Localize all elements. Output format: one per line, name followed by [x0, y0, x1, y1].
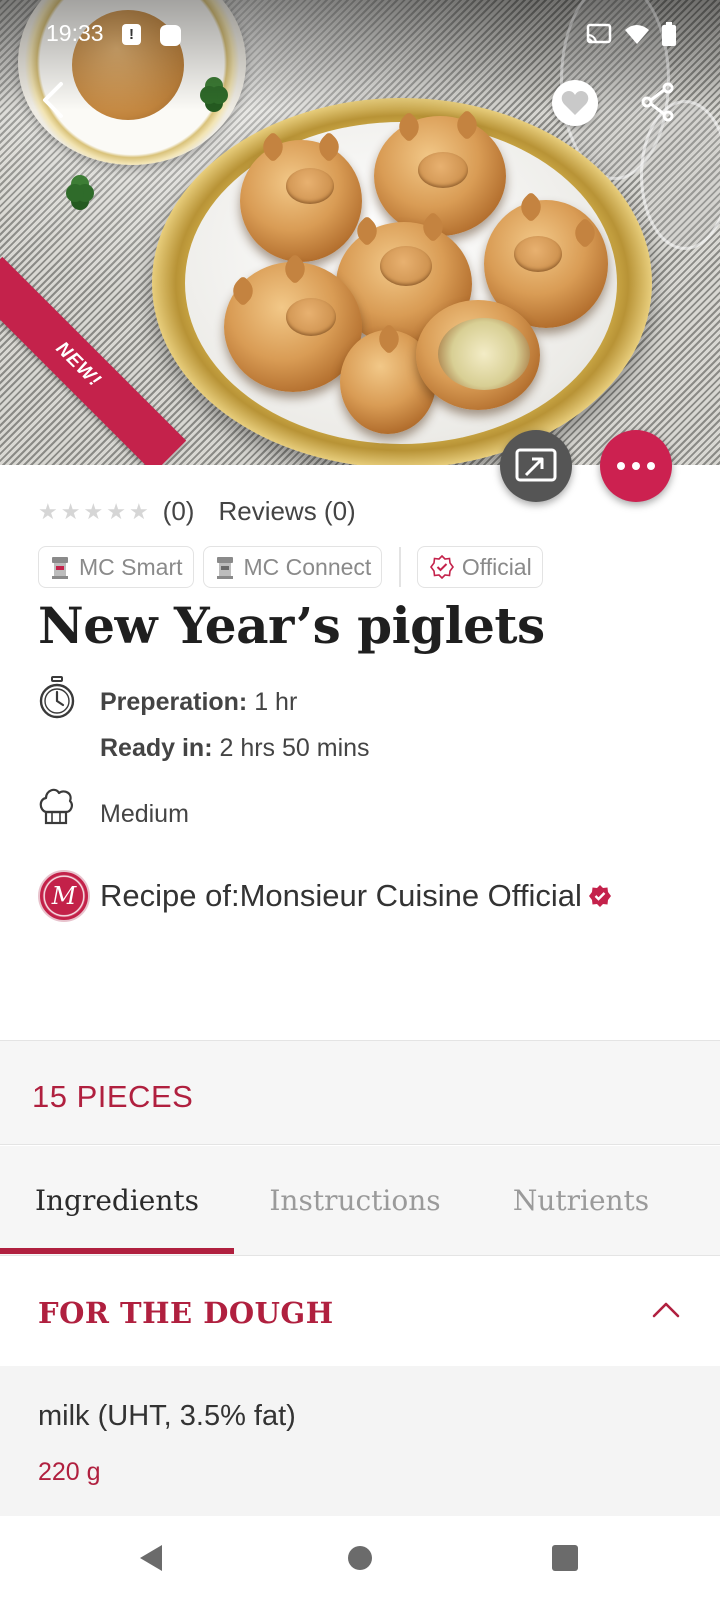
cast-icon — [515, 448, 557, 482]
servings-value: 15 PIECES — [32, 1079, 194, 1114]
ready-value: 2 hrs 50 mins — [212, 734, 370, 762]
verified-badge-icon — [588, 885, 611, 907]
hero-piglet-snout — [514, 236, 562, 272]
hero-bun-filling — [438, 318, 530, 390]
author-avatar: M — [38, 870, 90, 922]
recents-square-icon — [552, 1545, 578, 1571]
ready-text: Ready in: 2 hrs 50 mins — [100, 734, 370, 763]
recipe-title: New Year’s piglets — [38, 596, 545, 655]
difficulty-value: Medium — [100, 800, 189, 828]
chip-divider — [399, 547, 401, 587]
hero-clover-decoration — [66, 184, 84, 202]
mc-connect-device-icon — [216, 557, 233, 579]
status-icons — [586, 22, 676, 46]
share-button[interactable] — [634, 78, 682, 126]
section-title: FOR THE DOUGH — [38, 1296, 334, 1330]
active-tab-indicator — [0, 1248, 234, 1254]
star-rating: ★ ★ ★ ★ ★ — [38, 498, 149, 524]
ready-label: Ready in: — [100, 734, 213, 762]
chip-mc-smart: MC Smart — [38, 546, 194, 588]
tab-nutrients[interactable]: Nutrients — [476, 1146, 686, 1254]
chip-official: Official — [416, 546, 543, 588]
recipe-tabs: Ingredients Instructions Nutrients — [0, 1146, 720, 1256]
favorite-button[interactable] — [552, 80, 598, 126]
ingredient-name: milk (UHT, 3.5% fat) — [38, 1400, 296, 1432]
wifi-icon — [625, 25, 649, 44]
star-icon: ★ — [128, 498, 149, 524]
nav-recents-button[interactable] — [510, 1516, 620, 1600]
reviews-link[interactable]: Reviews (0) — [218, 496, 355, 527]
nav-back-button[interactable] — [96, 1516, 206, 1600]
compatibility-chips: MC Smart MC Connect Official — [38, 546, 552, 588]
home-circle-icon — [348, 1546, 372, 1570]
triangle-back-icon — [140, 1545, 162, 1571]
more-dot — [617, 462, 625, 470]
preparation-value: 1 hr — [247, 688, 298, 716]
ingredient-item: milk (UHT, 3.5% fat) 220 g — [0, 1366, 720, 1516]
verified-badge-icon — [429, 555, 454, 579]
rating-row[interactable]: ★ ★ ★ ★ ★ (0) Reviews (0) — [38, 496, 356, 527]
status-time: 19:33 — [46, 20, 104, 46]
cast-to-device-button[interactable] — [500, 430, 572, 502]
chip-mc-smart-label: MC Smart — [79, 553, 183, 580]
notification-app-icon — [160, 25, 181, 46]
ingredient-quantity: 220 g — [38, 1458, 101, 1486]
mc-smart-device-icon — [52, 557, 68, 579]
star-icon: ★ — [38, 498, 58, 524]
chip-official-label: Official — [461, 553, 532, 580]
hero-piglet-snout — [418, 152, 468, 188]
rating-count: (0) — [162, 496, 195, 526]
preparation-text: Preperation: 1 hr — [100, 688, 297, 717]
recipe-author[interactable]: M Recipe of:Monsieur Cuisine Official — [38, 870, 612, 922]
chevron-left-icon — [43, 82, 63, 118]
author-name: Recipe of:Monsieur Cuisine Official — [100, 878, 582, 913]
more-dot — [632, 462, 640, 470]
chef-hat-icon — [39, 788, 73, 825]
share-icon — [641, 82, 674, 122]
more-options-button[interactable] — [600, 430, 672, 502]
notification-alert-icon: ! — [122, 24, 141, 45]
preparation-label: Preperation: — [100, 688, 248, 716]
author-monogram: M — [51, 882, 77, 910]
heart-icon — [561, 91, 589, 115]
tab-ingredients[interactable]: Ingredients — [0, 1146, 234, 1254]
servings-selector[interactable]: 15 PIECES — [0, 1040, 720, 1145]
star-icon: ★ — [106, 498, 126, 524]
star-icon: ★ — [83, 498, 104, 524]
chip-mc-connect-label: MC Connect — [243, 553, 372, 580]
star-icon: ★ — [60, 498, 81, 524]
more-dot — [647, 462, 655, 470]
system-navigation-bar — [0, 1516, 720, 1600]
chevron-up-icon — [652, 1302, 680, 1318]
chip-mc-connect: MC Connect — [202, 546, 383, 588]
tab-instructions[interactable]: Instructions — [234, 1146, 476, 1254]
stopwatch-icon — [39, 676, 75, 719]
hero-piglet-snout — [380, 246, 432, 286]
cast-status-icon — [586, 23, 612, 44]
back-button[interactable] — [30, 76, 78, 124]
status-bar: 19:33 ! — [0, 0, 720, 70]
battery-icon — [662, 22, 676, 46]
hero-piglet-snout — [286, 298, 336, 336]
hero-piglet-snout — [286, 168, 334, 204]
ingredient-section-header[interactable]: FOR THE DOUGH — [0, 1256, 720, 1366]
nav-home-button[interactable] — [305, 1516, 415, 1600]
